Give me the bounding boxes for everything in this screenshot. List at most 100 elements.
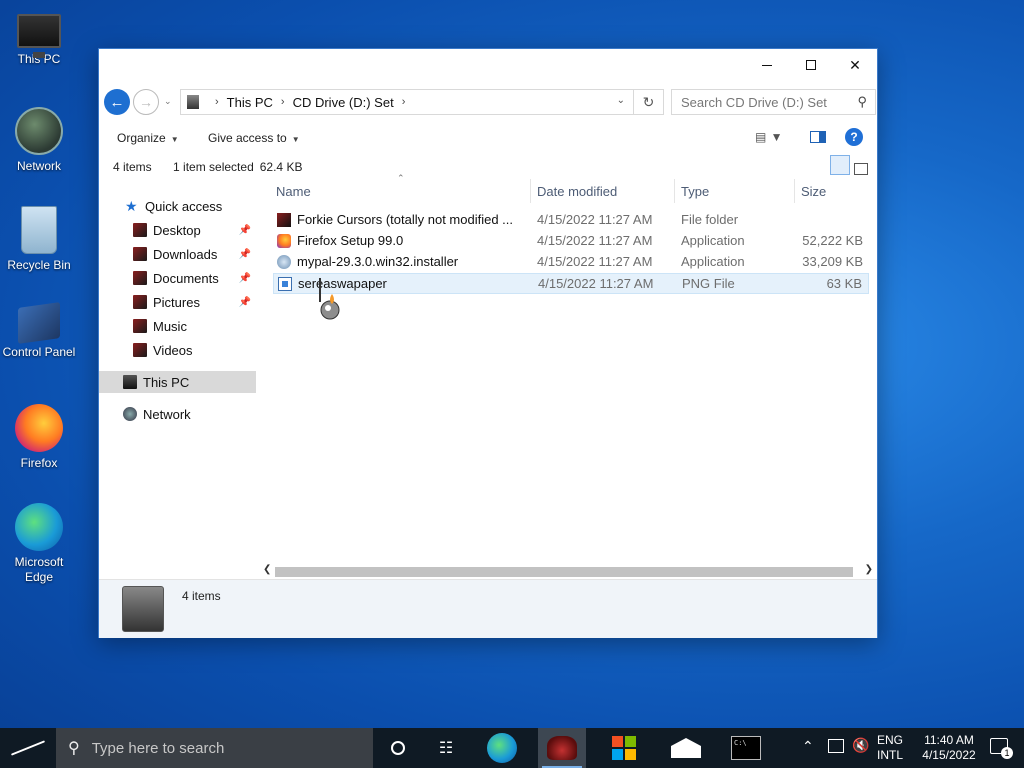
search-icon: ⚲ [857, 94, 867, 109]
file-size: 52,222 KB [802, 233, 863, 248]
nav-item-pictures[interactable]: Pictures 📌 [133, 291, 255, 313]
column-header-name[interactable]: Name [276, 184, 311, 199]
pin-icon[interactable]: 📌 [239, 297, 251, 308]
nav-item-desktop[interactable]: Desktop 📌 [133, 219, 255, 241]
back-button[interactable]: ← [104, 89, 130, 115]
language-code: ENG [877, 733, 904, 747]
search-icon: ⚲ [68, 740, 80, 757]
file-row[interactable]: Firefox Setup 99.0 4/15/2022 11:27 AM Ap… [273, 231, 869, 252]
file-row[interactable]: mypal-29.3.0.win32.installer 4/15/2022 1… [273, 252, 869, 273]
search-input[interactable]: Search CD Drive (D:) Set ⚲ [671, 89, 876, 115]
mail-icon [671, 738, 701, 758]
address-dropdown-icon[interactable]: ⌄ [617, 95, 625, 106]
address-bar[interactable]: › This PC › CD Drive (D:) Set › ⌄ [180, 89, 634, 115]
breadcrumb-this-pc[interactable]: This PC [227, 95, 273, 110]
nav-quick-access[interactable]: ★ Quick access [125, 195, 255, 217]
column-header-type[interactable]: Type [681, 184, 709, 199]
column-divider[interactable] [794, 179, 795, 203]
clock-time: 11:40 AM [924, 733, 974, 747]
column-headers: ⌃ Name Date modified Type Size [269, 173, 877, 205]
maximize-icon [806, 60, 816, 70]
horizontal-scrollbar[interactable]: ❮ ❯ [261, 564, 877, 579]
taskbar-file-explorer[interactable] [538, 728, 586, 768]
pin-icon[interactable]: 📌 [239, 249, 251, 260]
pin-icon[interactable]: 📌 [239, 225, 251, 236]
nav-label: Quick access [145, 198, 223, 214]
nav-item-music[interactable]: Music [133, 315, 255, 337]
preview-pane-button[interactable] [810, 131, 826, 143]
caret-down-icon: ▼ [291, 135, 300, 144]
large-icons-view-button[interactable] [854, 163, 868, 175]
scroll-left-icon[interactable]: ❮ [263, 564, 271, 575]
nav-item-network[interactable]: Network [123, 403, 253, 425]
desktop-icon-network[interactable]: Network [0, 107, 78, 174]
minimize-icon [762, 64, 772, 66]
file-row-selected[interactable]: sereaswapaper 4/15/2022 11:27 AM PNG Fil… [273, 273, 869, 294]
file-name: Firefox Setup 99.0 [297, 233, 404, 248]
forward-button[interactable]: → [133, 89, 159, 115]
nav-item-documents[interactable]: Documents 📌 [133, 267, 255, 289]
desktop-icon-firefox[interactable]: Firefox [0, 404, 78, 471]
minimize-button[interactable] [745, 49, 789, 81]
column-divider[interactable] [674, 179, 675, 203]
refresh-button[interactable]: ↻ [634, 89, 664, 115]
taskbar-search-input[interactable]: ⚲ Type here to search [56, 728, 373, 768]
nav-item-this-pc[interactable]: This PC [99, 371, 256, 393]
network-icon [123, 407, 137, 421]
folder-icon [133, 295, 147, 309]
cortana-button[interactable] [374, 728, 422, 768]
desktop-icon-recycle-bin[interactable]: Recycle Bin [0, 206, 78, 273]
store-icon [612, 736, 636, 760]
give-access-button[interactable]: Give access to ▼ [208, 131, 300, 145]
volume-muted-icon[interactable]: 🔇 [852, 737, 869, 754]
network-status-icon[interactable] [828, 739, 844, 753]
pin-icon[interactable]: 📌 [239, 273, 251, 284]
nav-label: Network [143, 406, 191, 422]
recycle-bin-icon [21, 206, 57, 254]
desktop-icon-this-pc[interactable]: This PC [0, 8, 78, 67]
organize-button[interactable]: Organize ▼ [117, 131, 179, 145]
start-button[interactable] [0, 728, 56, 768]
action-center-button[interactable]: 1 [990, 738, 1013, 759]
input-language-indicator[interactable]: ENG INTL [877, 733, 903, 763]
maximize-button[interactable] [789, 49, 833, 81]
desktop-icon-edge[interactable]: Microsoft Edge [0, 503, 78, 585]
scroll-right-icon[interactable]: ❯ [865, 564, 873, 575]
file-type: PNG File [682, 276, 735, 291]
task-view-icon: ☷ [438, 740, 454, 757]
folder-icon [133, 223, 147, 237]
column-header-date[interactable]: Date modified [537, 184, 617, 199]
nav-label: Pictures [153, 294, 200, 310]
arrow-right-icon: → [139, 94, 153, 110]
nav-item-videos[interactable]: Videos [133, 339, 255, 361]
details-view-button[interactable] [830, 155, 850, 175]
start-logo-icon [10, 740, 46, 756]
change-view-button[interactable]: ▤ ▼ [755, 130, 783, 144]
file-name: Forkie Cursors (totally not modified ... [297, 212, 514, 227]
show-hidden-icons-button[interactable]: ⌃ [802, 738, 814, 755]
network-icon [15, 107, 63, 155]
details-pane: 4 items [99, 579, 877, 638]
file-date: 4/15/2022 11:27 AM [537, 212, 653, 227]
close-button[interactable]: ✕ [833, 49, 877, 81]
title-bar[interactable]: ✕ [99, 49, 877, 81]
file-type: Application [681, 254, 745, 269]
taskbar-command-prompt[interactable]: C:\ [722, 728, 770, 768]
breadcrumb-cd-drive[interactable]: CD Drive (D:) Set [293, 95, 394, 110]
taskbar-mail[interactable] [662, 728, 710, 768]
help-button[interactable]: ? [845, 128, 863, 146]
column-header-size[interactable]: Size [801, 184, 826, 199]
desktop-icon-label: Firefox [20, 456, 58, 470]
recent-locations-button[interactable]: ⌄ [164, 96, 172, 107]
star-icon: ★ [125, 198, 138, 214]
taskbar-edge[interactable] [478, 728, 526, 768]
give-access-label: Give access to [208, 131, 287, 145]
column-divider[interactable] [530, 179, 531, 203]
scrollbar-thumb[interactable] [275, 567, 853, 577]
nav-item-downloads[interactable]: Downloads 📌 [133, 243, 255, 265]
clock[interactable]: 11:40 AM 4/15/2022 [912, 733, 986, 763]
desktop-icon-control-panel[interactable]: Control Panel [0, 302, 78, 360]
taskbar-store[interactable] [600, 728, 648, 768]
file-row[interactable]: Forkie Cursors (totally not modified ...… [273, 210, 869, 231]
task-view-button[interactable]: ☷ [422, 728, 470, 768]
